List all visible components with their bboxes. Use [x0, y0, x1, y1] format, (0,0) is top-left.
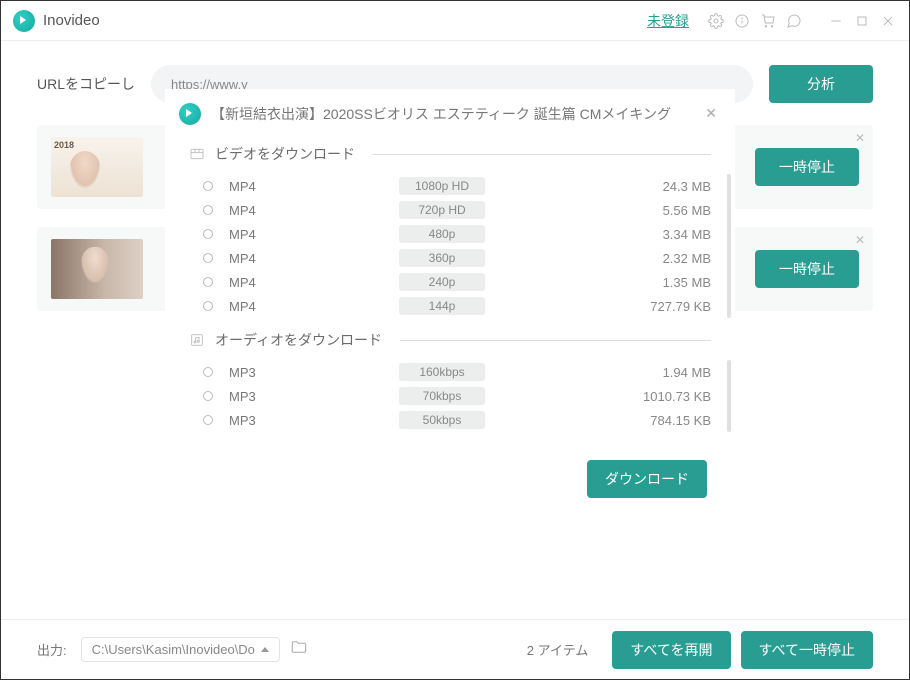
footer: 出力: C:\Users\Kasim\Inovideo\Do 2 アイテム すべ… [1, 619, 909, 679]
audio-section: オーディオをダウンロード MP3160kbps1.94 MBMP370kbps1… [165, 322, 735, 436]
item-count: 2 アイテム [527, 640, 589, 659]
audio-option-row[interactable]: MP350kbps 784.15 KB [189, 408, 711, 432]
size-label: 24.3 MB [663, 179, 711, 194]
video-option-row[interactable]: MP4720p HD 5.56 MB [189, 198, 711, 222]
radio-icon [203, 205, 213, 215]
video-section-title: ビデオをダウンロード [215, 144, 355, 164]
format-label: MP3 [229, 365, 399, 380]
quality-badge: 50kbps [399, 411, 485, 429]
app-logo-icon [13, 10, 35, 32]
format-label: MP3 [229, 389, 399, 404]
cart-icon[interactable] [759, 12, 777, 30]
quality-badge: 720p HD [399, 201, 485, 219]
titlebar: Inovideo 未登録 [1, 1, 909, 41]
gear-icon[interactable] [707, 12, 725, 30]
radio-icon [203, 391, 213, 401]
pause-all-button[interactable]: すべて一時停止 [741, 631, 873, 669]
pause-button[interactable]: 一時停止 [755, 250, 859, 288]
close-window-icon[interactable] [879, 12, 897, 30]
chat-icon[interactable] [785, 12, 803, 30]
audio-option-row[interactable]: MP3160kbps 1.94 MB [189, 360, 711, 384]
size-label: 727.79 KB [650, 299, 711, 314]
chevron-up-icon [261, 647, 269, 652]
quality-badge: 240p [399, 273, 485, 291]
audio-section-title: オーディオをダウンロード [215, 330, 382, 350]
size-label: 784.15 KB [650, 413, 711, 428]
size-label: 2.32 MB [663, 251, 711, 266]
format-label: MP4 [229, 179, 399, 194]
url-label: URLをコピーし [37, 74, 135, 94]
modal-title: 【新垣結衣出演】2020SSビオリス エステティーク 誕生篇 CMメイキング [211, 104, 691, 124]
modal-logo-icon [179, 103, 201, 125]
video-option-row[interactable]: MP4480p 3.34 MB [189, 222, 711, 246]
video-section: ビデオをダウンロード MP41080p HD24.3 MBMP4720p HD5… [165, 136, 735, 322]
video-icon [189, 146, 205, 162]
radio-icon [203, 301, 213, 311]
video-thumbnail [51, 137, 143, 197]
video-option-row[interactable]: MP4360p 2.32 MB [189, 246, 711, 270]
radio-icon [203, 253, 213, 263]
video-option-row[interactable]: MP41080p HD 24.3 MB [189, 174, 711, 198]
video-option-row[interactable]: MP4144p 727.79 KB [189, 294, 711, 318]
download-button[interactable]: ダウンロード [587, 460, 707, 498]
close-icon[interactable]: ✕ [855, 233, 865, 247]
radio-icon [203, 367, 213, 377]
format-label: MP4 [229, 251, 399, 266]
quality-badge: 360p [399, 249, 485, 267]
size-label: 1.35 MB [663, 275, 711, 290]
quality-badge: 1080p HD [399, 177, 485, 195]
size-label: 1010.73 KB [643, 389, 711, 404]
video-thumbnail [51, 239, 143, 299]
quality-badge: 70kbps [399, 387, 485, 405]
resume-all-button[interactable]: すべてを再開 [612, 631, 730, 669]
close-icon[interactable]: ✕ [855, 131, 865, 145]
format-label: MP4 [229, 275, 399, 290]
format-label: MP4 [229, 227, 399, 242]
video-option-row[interactable]: MP4240p 1.35 MB [189, 270, 711, 294]
info-icon[interactable] [733, 12, 751, 30]
audio-option-row[interactable]: MP370kbps 1010.73 KB [189, 384, 711, 408]
format-label: MP4 [229, 203, 399, 218]
format-label: MP4 [229, 299, 399, 314]
quality-badge: 144p [399, 297, 485, 315]
size-label: 3.34 MB [663, 227, 711, 242]
size-label: 1.94 MB [663, 365, 711, 380]
radio-icon [203, 277, 213, 287]
radio-icon [203, 181, 213, 191]
maximize-icon[interactable] [853, 12, 871, 30]
main-area: URLをコピーし 分析 ✕ 一時停止 ✕ 一時停止 【新垣結衣出演】2020SS… [1, 41, 909, 311]
size-label: 5.56 MB [663, 203, 711, 218]
output-path: C:\Users\Kasim\Inovideo\Do [92, 642, 255, 657]
unregistered-link[interactable]: 未登録 [647, 11, 689, 31]
modal-close-icon[interactable]: ✕ [701, 101, 721, 126]
radio-icon [203, 229, 213, 239]
download-options-modal: 【新垣結衣出演】2020SSビオリス エステティーク 誕生篇 CMメイキング ✕… [165, 89, 735, 518]
audio-icon [189, 332, 205, 348]
pause-button[interactable]: 一時停止 [755, 148, 859, 186]
quality-badge: 480p [399, 225, 485, 243]
app-name: Inovideo [43, 12, 100, 29]
folder-icon[interactable] [290, 638, 308, 661]
quality-badge: 160kbps [399, 363, 485, 381]
analyze-button[interactable]: 分析 [769, 65, 873, 103]
output-path-dropdown[interactable]: C:\Users\Kasim\Inovideo\Do [81, 637, 280, 662]
radio-icon [203, 415, 213, 425]
output-label: 出力: [37, 640, 67, 659]
modal-header: 【新垣結衣出演】2020SSビオリス エステティーク 誕生篇 CMメイキング ✕ [165, 101, 735, 136]
minimize-icon[interactable] [827, 12, 845, 30]
format-label: MP3 [229, 413, 399, 428]
